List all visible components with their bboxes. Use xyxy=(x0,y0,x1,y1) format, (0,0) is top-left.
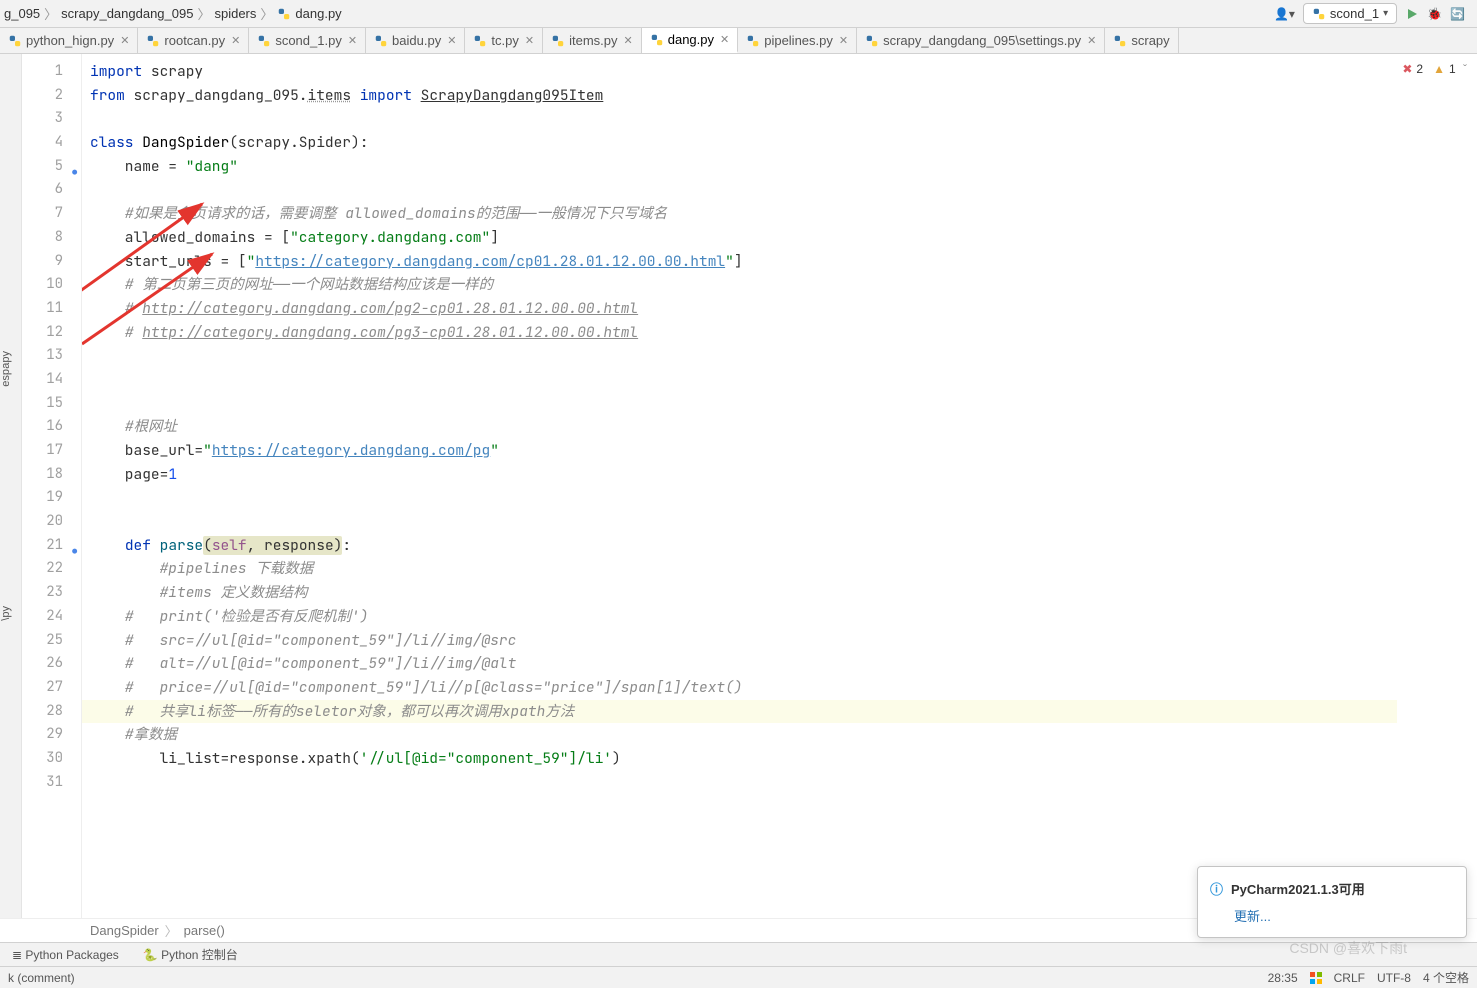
breadcrumb-item[interactable]: scrapy_dangdang_095 xyxy=(61,6,193,21)
close-icon[interactable]: ✕ xyxy=(1087,34,1096,47)
toolbar-right: 👤▾ scond_1 ▾ 🐞 🔄 xyxy=(1274,3,1473,24)
error-icon: ✖ xyxy=(1402,62,1412,76)
python-packages-tool[interactable]: ≣ Python Packages xyxy=(12,948,119,962)
sync-button[interactable]: 🔄 xyxy=(1450,7,1465,21)
tab-scond1[interactable]: scond_1.py✕ xyxy=(249,28,366,53)
run-config-label: scond_1 xyxy=(1330,6,1379,21)
breadcrumb-item[interactable]: dang.py xyxy=(295,6,341,21)
close-icon[interactable]: ✕ xyxy=(120,34,129,47)
left-tool-rail[interactable]: apy esp \py xyxy=(0,54,22,918)
chevron-icon: ˇ xyxy=(1463,62,1467,76)
python-icon: 🐍 xyxy=(143,948,158,962)
tab-tc[interactable]: tc.py✕ xyxy=(465,28,543,53)
status-message: k (comment) xyxy=(8,971,1268,985)
close-icon[interactable]: ✕ xyxy=(231,34,240,47)
rail-item[interactable]: \py xyxy=(0,606,21,621)
line-separator[interactable]: CRLF xyxy=(1334,971,1365,985)
run-config-dropdown[interactable]: scond_1 ▾ xyxy=(1303,3,1397,24)
cursor-position[interactable]: 28:35 xyxy=(1268,971,1298,985)
tab-python-hign[interactable]: python_hign.py✕ xyxy=(0,28,138,53)
top-bar: g_095 〉 scrapy_dangdang_095 〉 spiders 〉 … xyxy=(0,0,1477,28)
chevron-right-icon: 〉 xyxy=(260,4,273,23)
info-icon: ⓘ xyxy=(1210,879,1223,898)
tab-settings[interactable]: scrapy_dangdang_095\settings.py✕ xyxy=(857,28,1105,53)
close-icon[interactable]: ✕ xyxy=(720,33,729,46)
crumb-class[interactable]: DangSpider xyxy=(90,923,159,938)
run-button[interactable] xyxy=(1405,7,1419,21)
close-icon[interactable]: ✕ xyxy=(447,34,456,47)
line-number-gutter: 1 2 3 4 5 6 7 8 9 10 11 12 13 14 15 16 1… xyxy=(22,54,82,918)
breadcrumb-item[interactable]: spiders xyxy=(214,6,256,21)
bottom-tool-bar: ≣ Python Packages 🐍 Python 控制台 xyxy=(0,942,1477,966)
python-console-tool[interactable]: 🐍 Python 控制台 xyxy=(143,946,238,963)
close-icon[interactable]: ✕ xyxy=(624,34,633,47)
user-icon[interactable]: 👤▾ xyxy=(1274,7,1295,21)
windows-icon xyxy=(1310,972,1322,984)
crumb-method[interactable]: parse() xyxy=(184,923,225,938)
tab-items[interactable]: items.py✕ xyxy=(543,28,642,53)
rail-item[interactable]: apy xyxy=(0,351,21,369)
debug-button[interactable]: 🐞 xyxy=(1427,7,1442,21)
chevron-right-icon: 〉 xyxy=(44,4,57,23)
tab-baidu[interactable]: baidu.py✕ xyxy=(366,28,465,53)
close-icon[interactable]: ✕ xyxy=(525,34,534,47)
tab-pipelines[interactable]: pipelines.py✕ xyxy=(738,28,857,53)
chevron-right-icon: 〉 xyxy=(197,4,210,23)
inspection-widget[interactable]: ✖2 ▲1 ˇ xyxy=(1397,54,1477,918)
update-link[interactable]: 更新... xyxy=(1234,906,1454,925)
breadcrumb[interactable]: g_095 〉 scrapy_dangdang_095 〉 spiders 〉 … xyxy=(4,4,1274,23)
chevron-down-icon: ▾ xyxy=(1383,8,1388,19)
indent-setting[interactable]: 4 个空格 xyxy=(1423,969,1469,986)
python-file-icon xyxy=(277,7,291,21)
watermark: CSDN @喜欢下雨t xyxy=(1289,938,1407,958)
file-encoding[interactable]: UTF-8 xyxy=(1377,971,1411,985)
breadcrumb-item[interactable]: g_095 xyxy=(4,6,40,21)
editor-area: apy esp \py 1 2 3 4 5 6 7 8 9 10 11 12 1… xyxy=(0,54,1477,918)
status-bar: k (comment) 28:35 CRLF UTF-8 4 个空格 xyxy=(0,966,1477,988)
rail-item[interactable]: esp xyxy=(0,369,21,387)
warning-icon: ▲ xyxy=(1433,62,1445,76)
tab-dang[interactable]: dang.py✕ xyxy=(642,28,738,53)
python-icon xyxy=(1312,7,1326,21)
notification-title: PyCharm2021.1.3可用 xyxy=(1231,879,1365,898)
chevron-right-icon: 〉 xyxy=(165,921,178,940)
code-editor[interactable]: import scrapy from scrapy_dangdang_095.i… xyxy=(82,54,1397,918)
packages-icon: ≣ xyxy=(12,948,22,962)
update-notification[interactable]: ⓘ PyCharm2021.1.3可用 更新... xyxy=(1197,866,1467,938)
editor-tab-bar: python_hign.py✕ rootcan.py✕ scond_1.py✕ … xyxy=(0,28,1477,54)
tab-rootcan[interactable]: rootcan.py✕ xyxy=(138,28,249,53)
close-icon[interactable]: ✕ xyxy=(839,34,848,47)
close-icon[interactable]: ✕ xyxy=(348,34,357,47)
tab-scrapy[interactable]: scrapy xyxy=(1105,28,1178,53)
